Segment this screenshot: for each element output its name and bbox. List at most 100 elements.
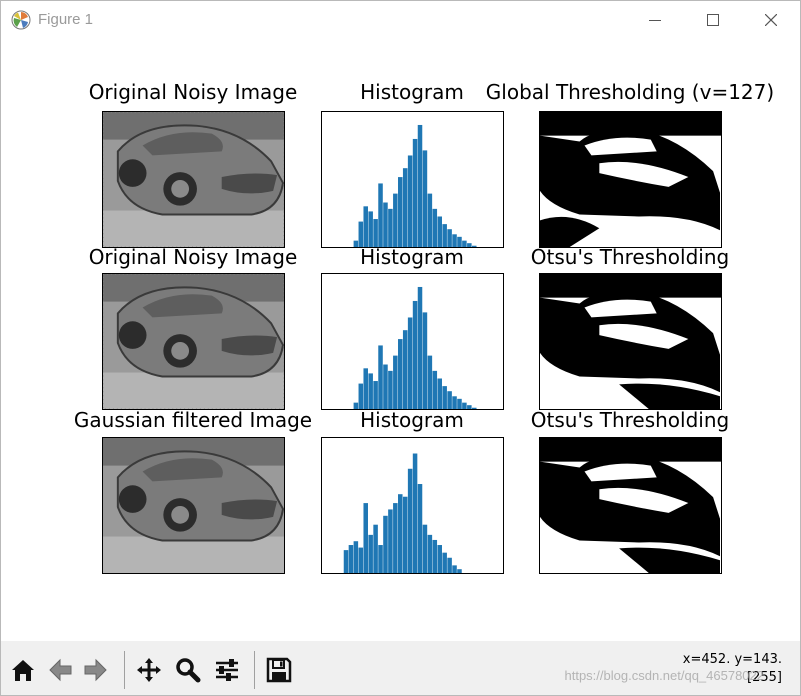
photo-car-rim bbox=[171, 505, 190, 524]
pan-button[interactable] bbox=[133, 653, 165, 687]
histogram-bar bbox=[407, 317, 413, 409]
photo-pavement bbox=[103, 536, 284, 573]
histogram-bar bbox=[427, 534, 433, 573]
histogram-bar bbox=[467, 243, 472, 247]
subplot-title: Global Thresholding (v=127) bbox=[485, 80, 775, 104]
histogram-bar bbox=[437, 545, 442, 573]
histogram-bar bbox=[442, 552, 447, 573]
histogram-bar bbox=[368, 373, 373, 409]
threshold-image-axes bbox=[539, 111, 722, 248]
configure-subplots-icon bbox=[216, 659, 238, 681]
histogram-bar bbox=[417, 484, 423, 573]
binary-plot bbox=[540, 438, 721, 573]
histogram-bar bbox=[373, 524, 378, 573]
photo-plot bbox=[103, 274, 284, 409]
histogram-axes bbox=[321, 437, 504, 574]
photo-plot bbox=[103, 438, 284, 573]
subplot-title: Original Noisy Image bbox=[88, 245, 298, 269]
threshold-image-axes bbox=[539, 273, 722, 410]
histogram-bar bbox=[417, 286, 423, 409]
histogram-bar bbox=[442, 386, 447, 409]
figure-canvas[interactable]: Original Noisy Image Histogram Global Thre… bbox=[1, 39, 800, 641]
pan-icon bbox=[137, 658, 161, 682]
navigation-toolbar: x=452. y=143. [255] https://blog.csdn.ne… bbox=[1, 641, 800, 695]
histogram-axes bbox=[321, 111, 504, 248]
histogram-bar bbox=[343, 550, 349, 573]
histogram-bar bbox=[388, 370, 393, 409]
forward-button[interactable] bbox=[80, 653, 112, 687]
watermark-text: https://blog.csdn.net/qq_46578022 bbox=[564, 668, 765, 683]
histogram-bar bbox=[457, 569, 462, 573]
histogram-bar bbox=[373, 381, 378, 409]
minimize-icon bbox=[649, 20, 661, 21]
histogram-bar bbox=[422, 524, 428, 573]
photo-pavement bbox=[103, 372, 284, 409]
histogram-bar bbox=[393, 503, 398, 573]
forward-icon bbox=[84, 658, 107, 682]
histogram-bar bbox=[407, 155, 413, 247]
histogram-plot bbox=[353, 124, 477, 247]
close-button[interactable] bbox=[747, 1, 795, 39]
binary-plot bbox=[540, 112, 721, 247]
binary-plot bbox=[540, 274, 721, 409]
histogram-bar bbox=[373, 219, 378, 247]
histogram-bar bbox=[398, 494, 403, 573]
save-button[interactable] bbox=[263, 653, 295, 687]
subplot-title: Histogram bbox=[360, 80, 464, 104]
histogram-axes bbox=[321, 273, 504, 410]
histogram-bar bbox=[363, 503, 368, 573]
histogram-bar bbox=[388, 208, 393, 247]
photo-car-rim bbox=[171, 341, 190, 360]
histogram-bar bbox=[472, 245, 477, 247]
photo-car-wheel bbox=[118, 321, 147, 349]
histogram-bar bbox=[432, 539, 438, 573]
home-button[interactable] bbox=[7, 653, 39, 687]
photo-car-wheel bbox=[118, 159, 147, 187]
histogram-bar bbox=[358, 383, 364, 409]
maximize-button[interactable] bbox=[689, 1, 737, 39]
histogram-bar bbox=[402, 496, 408, 573]
histogram-plot bbox=[353, 286, 477, 409]
histogram-bar bbox=[412, 453, 418, 573]
back-button[interactable] bbox=[44, 653, 76, 687]
subplot-title: Histogram bbox=[360, 408, 464, 432]
window-title: Figure 1 bbox=[38, 11, 94, 28]
histogram-bar bbox=[353, 541, 359, 573]
matplotlib-logo-icon bbox=[11, 10, 31, 30]
subplot-title: Original Noisy Image bbox=[88, 80, 298, 104]
save-icon bbox=[266, 657, 292, 683]
photo-pavement bbox=[103, 210, 284, 247]
back-icon bbox=[49, 658, 72, 682]
zoom-button[interactable] bbox=[172, 653, 204, 687]
histogram-bar bbox=[383, 364, 388, 409]
grayscale-image-axes bbox=[102, 437, 285, 574]
histogram-bar bbox=[353, 240, 359, 247]
histogram-bar bbox=[398, 177, 403, 247]
histogram-bar bbox=[447, 391, 452, 409]
configure-subplots-button[interactable] bbox=[211, 653, 243, 687]
histogram-plot bbox=[343, 453, 462, 573]
histogram-bar bbox=[442, 224, 447, 247]
title-bar: Figure 1 bbox=[1, 1, 800, 39]
histogram-bar bbox=[402, 330, 408, 409]
histogram-bar bbox=[412, 300, 418, 409]
histogram-bar bbox=[353, 402, 359, 409]
histogram-bar bbox=[363, 368, 368, 409]
histogram-bar bbox=[348, 545, 354, 573]
histogram-bar bbox=[472, 407, 477, 409]
minimize-button[interactable] bbox=[631, 1, 679, 39]
figure-window: Figure 1 Original Noisy Image Histogram Gl… bbox=[0, 0, 801, 696]
maximize-icon bbox=[707, 14, 719, 26]
histogram-bar bbox=[358, 221, 364, 247]
histogram-bar bbox=[378, 545, 383, 573]
grayscale-image-axes bbox=[102, 111, 285, 248]
histogram-bar bbox=[393, 193, 398, 247]
histogram-bar bbox=[437, 216, 442, 247]
photo-car-wheel bbox=[118, 485, 147, 513]
histogram-bar bbox=[368, 534, 373, 573]
photo-car-grille bbox=[221, 499, 278, 520]
histogram-bar bbox=[393, 355, 398, 409]
histogram-bar bbox=[407, 468, 413, 573]
zoom-icon bbox=[176, 658, 201, 683]
histogram-bar bbox=[388, 509, 393, 573]
